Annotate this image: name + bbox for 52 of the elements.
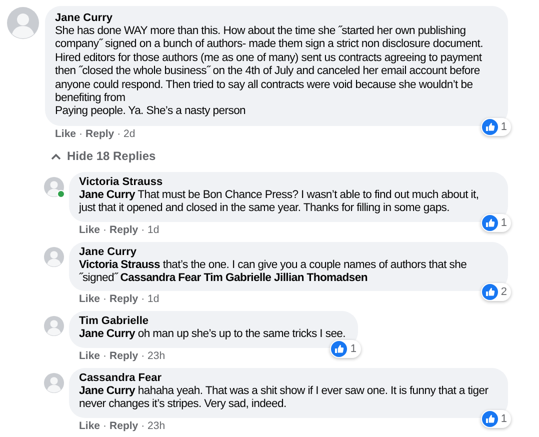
avatar[interactable] xyxy=(44,372,64,393)
timestamp: · 1d xyxy=(141,293,160,306)
separator: · xyxy=(103,350,107,363)
like-link[interactable]: Like xyxy=(79,350,100,363)
like-link[interactable]: Like xyxy=(79,224,100,237)
like-icon xyxy=(482,118,498,135)
reaction-badge[interactable]: 1 xyxy=(480,214,511,232)
avatar[interactable] xyxy=(44,246,64,267)
author-name[interactable]: Victoria Strauss xyxy=(79,174,496,189)
separator: · xyxy=(103,420,107,433)
chevron-icon xyxy=(51,152,61,160)
reaction-count: 1 xyxy=(500,216,507,229)
reply-link[interactable]: Reply xyxy=(110,224,138,237)
timestamp: · 23h xyxy=(141,420,166,433)
separator: · xyxy=(103,224,107,237)
like-link[interactable]: Like xyxy=(55,128,76,141)
reply-link[interactable]: Reply xyxy=(110,420,138,433)
avatar[interactable] xyxy=(44,316,64,336)
like-link[interactable]: Like xyxy=(79,293,100,306)
like-icon xyxy=(482,410,498,427)
separator: · xyxy=(79,128,83,141)
like-icon xyxy=(482,284,498,300)
avatar[interactable] xyxy=(7,7,39,39)
reply-link[interactable]: Reply xyxy=(86,128,114,141)
reaction-badge[interactable]: 1 xyxy=(480,410,511,428)
comment-text: Victoria Strauss that’s the one. I can give you a couple names of authors that she ˝signed˝ Cassandra Fear Tim Gabrielle Jillian Thomadsen xyxy=(79,258,468,286)
hide-replies-button[interactable]: Hide 18 Replies xyxy=(51,149,156,164)
comment-text: Jane Curry oh man up she’s up to the same tricks I see. xyxy=(79,328,346,342)
reaction-badge[interactable]: 1 xyxy=(480,118,511,136)
author-name[interactable]: Tim Gabrielle xyxy=(79,314,346,328)
comment-text: Jane Curry That must be Bon Chance Press? I wasn’t able to find out much about it, just that it opened and closed in the same year. Thanks for filling in some gaps. xyxy=(79,188,480,216)
comment-text: She has done WAY more than this. How about the time she ˝started her own publishing company˝ signed on a bunch of authors- made them sign a strict non disclosure document. Hired editors for those authors (me as one of many) sent us contracts agreeing to payment then ˝closed the whole business˝ on the 4th of July and canceled her email account before anyone could respond. Then tried to say all contracts were void because she wouldn’t be benefiting from Paying people. Ya. She’s a nasty person xyxy=(55,25,484,119)
avatar[interactable] xyxy=(44,176,64,197)
reply-link[interactable]: Reply xyxy=(110,350,138,363)
timestamp: · 1d xyxy=(141,224,160,237)
author-name[interactable]: Cassandra Fear xyxy=(79,370,496,385)
reaction-count: 2 xyxy=(500,286,507,298)
like-link[interactable]: Like xyxy=(79,420,100,433)
author-name[interactable]: Jane Curry xyxy=(55,11,496,25)
like-icon xyxy=(331,340,348,357)
author-name[interactable]: Jane Curry xyxy=(79,244,496,259)
reply-link[interactable]: Reply xyxy=(110,293,138,306)
comment-text: Jane Curry hahaha yeah. That was a shit show if I ever saw one. It is funny that a tiger never changes it’s stripes. Very sad, indeed. xyxy=(79,384,490,412)
reaction-badge[interactable]: 1 xyxy=(330,340,360,358)
timestamp: · 23h xyxy=(141,350,166,363)
reaction-count: 1 xyxy=(350,342,356,355)
separator: · xyxy=(103,293,107,306)
reaction-count: 1 xyxy=(500,120,507,133)
reaction-badge[interactable]: 2 xyxy=(480,283,511,302)
like-icon xyxy=(482,214,498,231)
timestamp: · 2d xyxy=(117,128,136,141)
reaction-count: 1 xyxy=(500,412,507,425)
